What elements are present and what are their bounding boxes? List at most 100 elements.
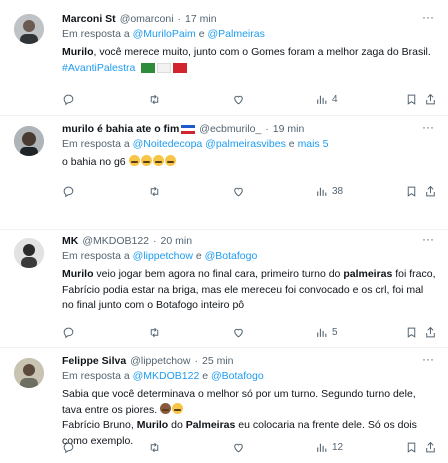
retweet-button[interactable]	[148, 92, 165, 106]
reply-button[interactable]	[62, 184, 79, 198]
views-icon	[317, 328, 327, 337]
bold-text: Palmeiras	[185, 419, 236, 431]
bookmark-button[interactable]	[405, 325, 418, 339]
tweet[interactable]: Felippe Silva @lippetchow · 25 min Em re…	[0, 348, 448, 463]
bold-text: Murilo	[136, 419, 169, 431]
bookmark-button[interactable]	[405, 92, 418, 106]
mention-link[interactable]: @Botafogo	[211, 370, 264, 382]
timestamp[interactable]: 20 min	[161, 235, 193, 247]
tweet-text: Murilo, você merece muito, junto com o G…	[62, 45, 436, 76]
more-icon[interactable]: ···	[420, 11, 436, 24]
reply-prefix: Em resposta a	[62, 138, 130, 150]
avatar[interactable]	[14, 126, 44, 156]
views-icon	[317, 443, 327, 452]
green-flag-icon	[141, 62, 156, 73]
like-icon	[234, 95, 243, 104]
author-handle[interactable]: @omarconi	[120, 13, 174, 25]
reply-button[interactable]	[62, 440, 79, 454]
mention-link[interactable]: @Noitedecopa	[133, 138, 203, 150]
like-button[interactable]	[232, 184, 249, 198]
reply-prefix: Em resposta a	[62, 370, 130, 382]
share-button[interactable]	[424, 440, 437, 454]
reply-and: e	[198, 28, 205, 40]
separator-dot: ·	[194, 355, 198, 367]
share-icon	[426, 326, 435, 337]
retweet-button[interactable]	[148, 440, 165, 454]
views-button[interactable]: 38	[315, 184, 343, 198]
more-icon[interactable]: ···	[420, 233, 436, 246]
like-button[interactable]	[232, 92, 249, 106]
share-button[interactable]	[424, 184, 437, 198]
white-flag-icon	[157, 62, 172, 73]
tweet-actions: 38	[62, 184, 436, 198]
reply-button[interactable]	[62, 325, 79, 339]
views-icon	[317, 95, 327, 104]
hashtag-link[interactable]: #AvantiPalestra	[62, 62, 135, 74]
retweet-icon	[150, 186, 159, 196]
mention-link[interactable]: @Botafogo	[205, 250, 258, 262]
mention-link[interactable]: @MuriloPaim	[133, 28, 196, 40]
bookmark-button[interactable]	[405, 440, 418, 454]
tweet[interactable]: Marconi St @omarconi · 17 min Em respost…	[0, 0, 448, 116]
retweet-button[interactable]	[148, 184, 165, 198]
retweet-icon	[150, 94, 159, 104]
author-name[interactable]: MK	[62, 235, 78, 247]
bold-text: Murilo	[62, 46, 94, 58]
reply-context: Em resposta a @MuriloPaim e @Palmeiras	[62, 28, 436, 40]
avatar[interactable]	[14, 238, 44, 268]
bold-text: palmeiras	[343, 268, 393, 280]
mention-link[interactable]: @lippetchow	[133, 250, 193, 262]
views-button[interactable]: 5	[315, 325, 338, 339]
reply-icon	[63, 94, 74, 105]
share-icon	[426, 185, 435, 196]
bookmark-button[interactable]	[405, 184, 418, 198]
mention-link[interactable]: @Palmeiras	[207, 28, 264, 40]
more-mentions-link[interactable]: mais 5	[298, 138, 329, 150]
like-button[interactable]	[232, 440, 249, 454]
author-handle[interactable]: @MKDOB122	[82, 235, 149, 247]
separator-dot: ·	[265, 123, 269, 135]
timestamp[interactable]: 25 min	[202, 355, 234, 367]
more-icon[interactable]: ···	[420, 121, 436, 134]
reply-and: e	[195, 250, 202, 262]
views-button[interactable]: 4	[315, 92, 338, 106]
crying-emoji-icon	[152, 155, 164, 166]
timestamp[interactable]: 19 min	[273, 123, 305, 135]
author-handle[interactable]: @ecbmurilo_	[199, 123, 261, 135]
timestamp[interactable]: 17 min	[185, 13, 217, 25]
separator-dot: ·	[153, 235, 157, 247]
share-button[interactable]	[424, 92, 437, 106]
more-icon[interactable]: ···	[420, 353, 436, 366]
views-icon	[317, 187, 327, 196]
like-icon	[234, 328, 243, 337]
author-name[interactable]: murilo é bahia ate o fim	[62, 123, 179, 135]
tweet-actions: 4	[62, 92, 436, 106]
author-name[interactable]: Marconi St	[62, 13, 116, 25]
crying-emoji-icon	[164, 155, 176, 166]
reply-prefix: Em resposta a	[62, 28, 130, 40]
tweet[interactable]: MK @MKDOB122 · 20 min Em resposta a @lip…	[0, 230, 448, 348]
like-button[interactable]	[232, 325, 249, 339]
body-text: o bahia no g6	[62, 156, 126, 168]
share-button[interactable]	[424, 325, 437, 339]
retweet-button[interactable]	[148, 325, 165, 339]
views-button[interactable]: 12	[315, 440, 343, 454]
author-handle[interactable]: @lippetchow	[130, 355, 190, 367]
avatar[interactable]	[14, 358, 44, 388]
mention-link[interactable]: @palmeirasvibes	[205, 138, 286, 150]
reply-context: Em resposta a @lippetchow e @Botafogo	[62, 250, 436, 262]
tweet[interactable]: murilo é bahia ate o fim @ecbmurilo_ · 1…	[0, 116, 448, 230]
mention-link[interactable]: @MKDOB122	[133, 370, 200, 382]
reply-and: e	[202, 370, 209, 382]
bookmark-icon	[407, 442, 416, 453]
crying-emoji-icon	[140, 155, 152, 166]
body-text: do	[168, 419, 186, 431]
tweet-text: Murilo veio jogar bem agora no final car…	[62, 267, 436, 314]
body-text: Sabia que você determinava o melhor só p…	[62, 388, 416, 416]
avatar[interactable]	[14, 14, 44, 44]
reply-button[interactable]	[62, 92, 79, 106]
share-icon	[426, 93, 435, 104]
author-name[interactable]: Felippe Silva	[62, 355, 126, 367]
laughing-emoji-icon	[172, 402, 184, 414]
tweet-actions: 12	[62, 440, 436, 454]
